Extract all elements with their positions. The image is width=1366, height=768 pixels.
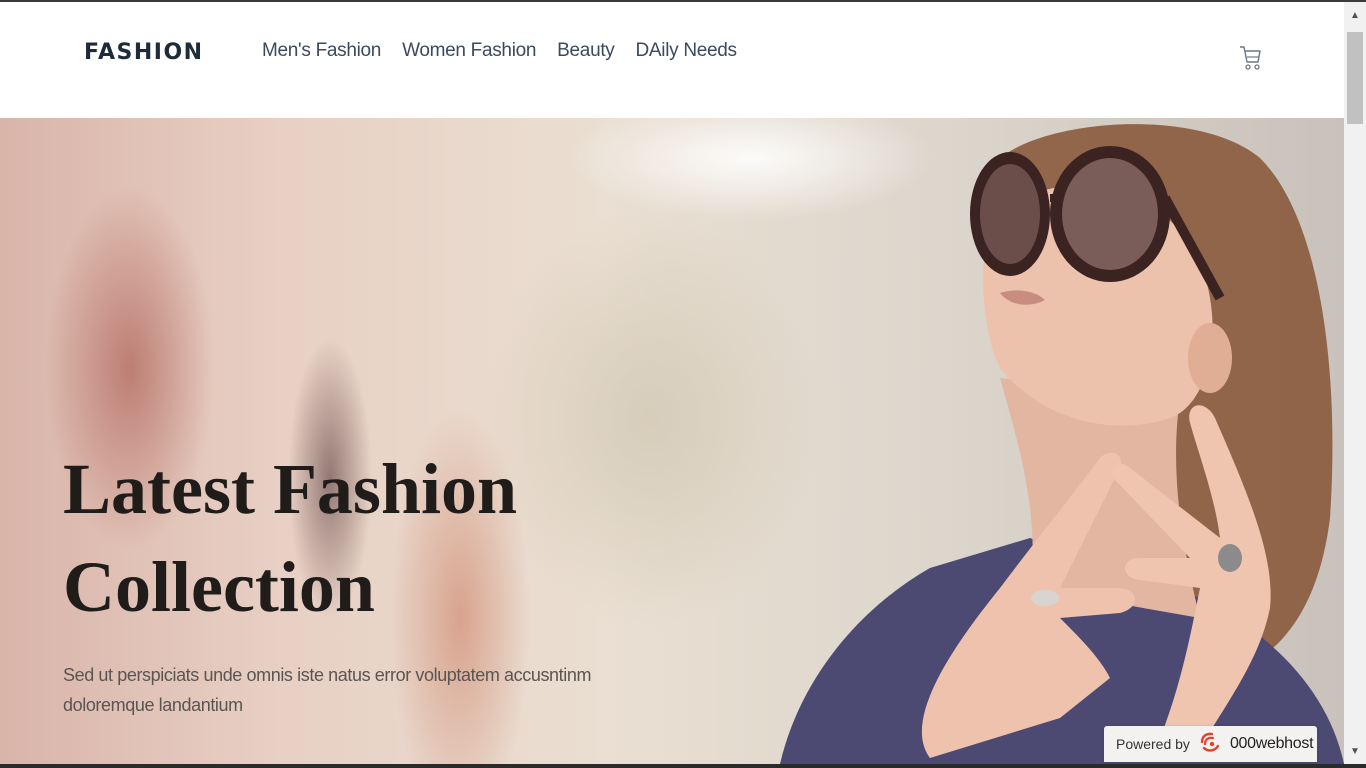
scroll-thumb[interactable]: [1347, 32, 1363, 124]
powered-by-badge[interactable]: Powered by 000webhost: [1104, 726, 1317, 762]
nav-link-women-fashion[interactable]: Women Fashion: [402, 40, 536, 62]
webhost-logo-icon: [1198, 730, 1222, 759]
hero-description-line-1: Sed ut perspiciats unde omnis iste natus…: [63, 665, 592, 685]
hero-title-line-2: Collection: [63, 547, 375, 627]
page: FASHION Men's Fashion Women Fashion Beau…: [0, 0, 1366, 768]
site-header: FASHION Men's Fashion Women Fashion Beau…: [0, 2, 1344, 118]
hero-description: Sed ut perspiciats unde omnis iste natus…: [63, 660, 603, 720]
hero-description-line-2: doloremque landantium: [63, 695, 243, 715]
bottom-edge: [0, 764, 1366, 768]
nav-link-beauty[interactable]: Beauty: [557, 40, 615, 62]
brand-logo[interactable]: FASHION: [84, 40, 204, 65]
scroll-up-arrow-icon[interactable]: ▲: [1344, 6, 1366, 24]
hero-banner: Latest Fashion Collection Sed ut perspic…: [0, 118, 1344, 764]
hero-title: Latest Fashion Collection: [63, 440, 583, 636]
nav-link-mens-fashion[interactable]: Men's Fashion: [262, 40, 381, 62]
vertical-scrollbar[interactable]: ▲ ▼: [1344, 2, 1366, 764]
cart-icon[interactable]: [1238, 42, 1262, 72]
powered-by-brand: 000webhost: [1229, 735, 1314, 752]
main-nav: Men's Fashion Women Fashion Beauty DAily…: [262, 40, 737, 62]
hero-title-line-1: Latest Fashion: [63, 449, 518, 529]
powered-by-label: Powered by: [1116, 736, 1190, 752]
scroll-down-arrow-icon[interactable]: ▼: [1344, 742, 1366, 760]
nav-link-daily-needs[interactable]: DAily Needs: [636, 40, 738, 62]
